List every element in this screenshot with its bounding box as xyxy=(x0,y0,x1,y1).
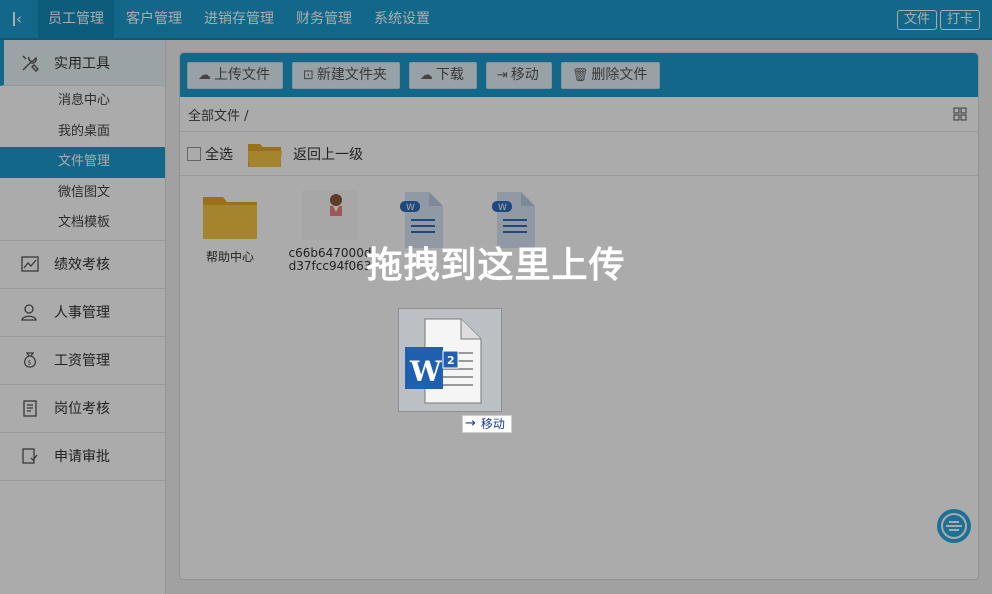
arrow-right-icon: → xyxy=(465,416,476,431)
svg-text:W: W xyxy=(409,355,442,388)
drag-tooltip: → 移动 xyxy=(462,415,512,433)
drop-overlay[interactable]: 拖拽到这里上传 W 2 → 移动 xyxy=(0,0,992,594)
drag-tooltip-label: 移动 xyxy=(480,417,505,431)
drag-count-badge: 2 xyxy=(447,354,455,367)
drop-hint-text: 拖拽到这里上传 xyxy=(366,245,626,286)
word-file-icon: W 2 xyxy=(405,318,482,404)
dragged-file-ghost: W 2 xyxy=(398,308,502,412)
